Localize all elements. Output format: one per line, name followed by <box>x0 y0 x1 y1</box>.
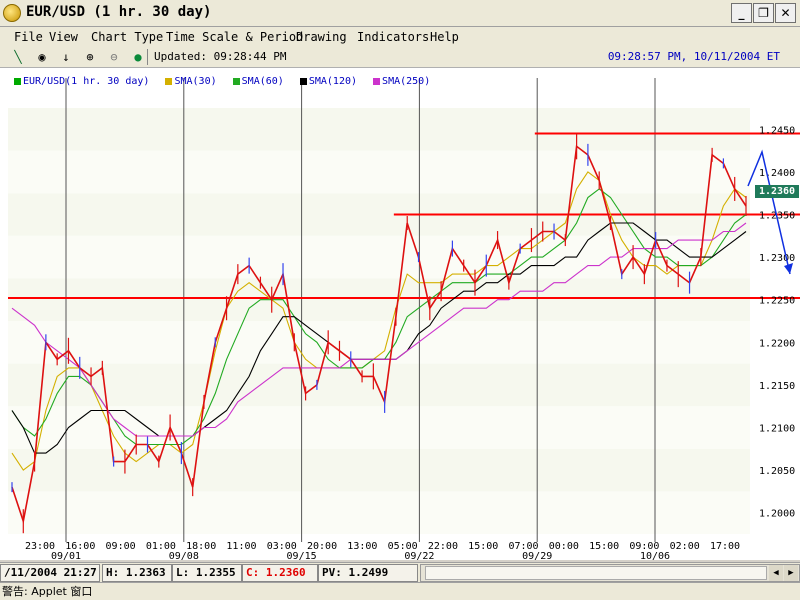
status-datetime: /11/2004 21:27 <box>0 564 100 582</box>
x-date-label: 09/08 <box>169 551 199 560</box>
high-label: H: <box>106 566 120 579</box>
chart-legend: EUR/USD(1 hr. 30 day) SMA(30) SMA(60) SM… <box>14 76 440 87</box>
legend-label: SMA(30) <box>174 76 217 87</box>
scroll-left-icon[interactable]: ◀ <box>769 565 783 581</box>
y-tick-label: 1.2050 <box>759 466 795 477</box>
x-tick-label: 09:00 <box>106 541 136 552</box>
chart-area[interactable]: 1.2000 1.2050 1.2100 1.2150 1.2200 1.2250 1.23… <box>0 68 800 560</box>
toolbar: ╲ ◉ ↓ ⊕ ⊖ ● Updated: 09:28:44 PM 09:28:5… <box>0 47 800 68</box>
legend-item-sma60: SMA(60) <box>232 76 284 87</box>
legend-swatch <box>373 77 381 85</box>
status-bar: /11/2004 21:27 H: 1.2363 L: 1.2355 C: 1.… <box>0 562 800 582</box>
pv-label: PV: <box>322 566 342 579</box>
pv-value: 1.2499 <box>348 566 389 579</box>
grid-band <box>8 491 750 534</box>
menu-bar: File View Chart Type Time Scale & Period… <box>0 27 800 47</box>
y-tick-label: 1.2100 <box>759 424 795 435</box>
legend-item-sma250: SMA(250) <box>373 76 430 87</box>
legend-item-price: EUR/USD(1 hr. 30 day) <box>14 76 149 87</box>
menu-file[interactable]: File <box>14 30 43 44</box>
high-value: 1.2363 <box>125 566 166 579</box>
close-label: C: <box>246 566 260 579</box>
scrollbar-thumb[interactable] <box>425 566 767 580</box>
arrowhead-icon <box>784 263 793 274</box>
low-label: L: <box>176 566 190 579</box>
updated-time: Updated: 09:28:44 PM <box>154 50 287 63</box>
clock-display: 09:28:57 PM, 10/11/2004 ET <box>607 50 780 63</box>
price-chart[interactable]: 1.2000 1.2050 1.2100 1.2150 1.2200 1.2250 1.23… <box>0 68 800 560</box>
crosshair-icon[interactable]: ◉ <box>34 49 50 65</box>
arrow-down-icon[interactable]: ↓ <box>58 49 74 65</box>
x-date-label: 09/29 <box>522 551 552 560</box>
legend-label: SMA(60) <box>241 76 284 87</box>
current-price-tag: 1.2360 <box>755 185 799 198</box>
title-bar: EUR/USD (1 hr. 30 day) _ ❐ ✕ <box>0 0 800 27</box>
status-low: L: 1.2355 <box>172 564 242 582</box>
legend-swatch <box>14 77 21 85</box>
menu-drawing[interactable]: Drawing <box>296 30 347 44</box>
grid-band <box>8 235 750 279</box>
horizontal-scrollbar[interactable]: ◀ ▶ <box>420 564 800 582</box>
grid-band <box>8 363 750 407</box>
legend-swatch <box>165 77 173 85</box>
legend-item-sma120: SMA(120) <box>299 76 358 87</box>
legend-label: EUR/USD(1 hr. 30 day) <box>23 76 150 87</box>
status-high: H: 1.2363 <box>102 564 172 582</box>
x-tick-label: 11:00 <box>226 541 256 552</box>
y-tick-label: 1.2150 <box>759 381 795 392</box>
zoom-in-icon[interactable]: ⊕ <box>82 49 98 65</box>
x-tick-label: 02:00 <box>670 541 700 552</box>
grid-band <box>8 108 750 151</box>
close-value: 1.2360 <box>265 566 306 579</box>
close-button[interactable]: ✕ <box>775 3 796 23</box>
grid-band <box>8 321 750 364</box>
y-tick-label: 1.2250 <box>759 296 795 307</box>
restore-button[interactable]: ❐ <box>753 3 774 23</box>
grid-band <box>8 278 750 321</box>
menu-view[interactable]: View <box>49 30 78 44</box>
x-date-label: 10/06 <box>640 551 670 560</box>
y-tick-label: 1.2000 <box>759 509 795 520</box>
low-value: 1.2355 <box>195 566 236 579</box>
window-title: EUR/USD (1 hr. 30 day) <box>26 4 212 20</box>
x-tick-label: 13:00 <box>347 541 377 552</box>
status-close: C: 1.2360 <box>242 564 318 582</box>
grid-band <box>8 150 750 194</box>
app-logo-icon <box>3 4 21 22</box>
x-date-label: 09/15 <box>287 551 317 560</box>
zoom-out-icon[interactable]: ⊖ <box>106 49 122 65</box>
menu-indicators[interactable]: Indicators <box>357 30 429 44</box>
y-tick-label: 1.2400 <box>759 168 795 179</box>
status-dot-icon[interactable]: ● <box>130 49 146 65</box>
legend-swatch <box>232 77 240 85</box>
y-tick-label: 1.2300 <box>759 253 795 264</box>
x-date-label: 09/22 <box>404 551 434 560</box>
legend-label: SMA(120) <box>308 76 358 87</box>
menu-time-scale[interactable]: Time Scale & Period <box>166 30 303 44</box>
grid-band <box>8 448 750 492</box>
legend-item-sma30: SMA(30) <box>165 76 217 87</box>
toolbar-divider <box>147 49 148 65</box>
y-tick-label: 1.2450 <box>759 125 795 136</box>
draw-line-icon[interactable]: ╲ <box>10 49 26 65</box>
status-pv: PV: 1.2499 <box>318 564 418 582</box>
applet-warning: 警告: Applet 窗口 <box>0 582 800 600</box>
x-tick-label: 00:00 <box>549 541 579 552</box>
legend-label: SMA(250) <box>382 76 431 87</box>
menu-help[interactable]: Help <box>430 30 459 44</box>
scroll-right-icon[interactable]: ▶ <box>784 565 798 581</box>
minimize-button[interactable]: _ <box>731 3 752 23</box>
y-tick-label: 1.2200 <box>759 338 795 349</box>
x-tick-label: 17:00 <box>710 541 740 552</box>
x-tick-label: 15:00 <box>589 541 619 552</box>
legend-swatch <box>299 77 307 85</box>
menu-chart-type[interactable]: Chart Type <box>91 30 163 44</box>
x-tick-label: 15:00 <box>468 541 498 552</box>
x-date-label: 09/01 <box>51 551 81 560</box>
